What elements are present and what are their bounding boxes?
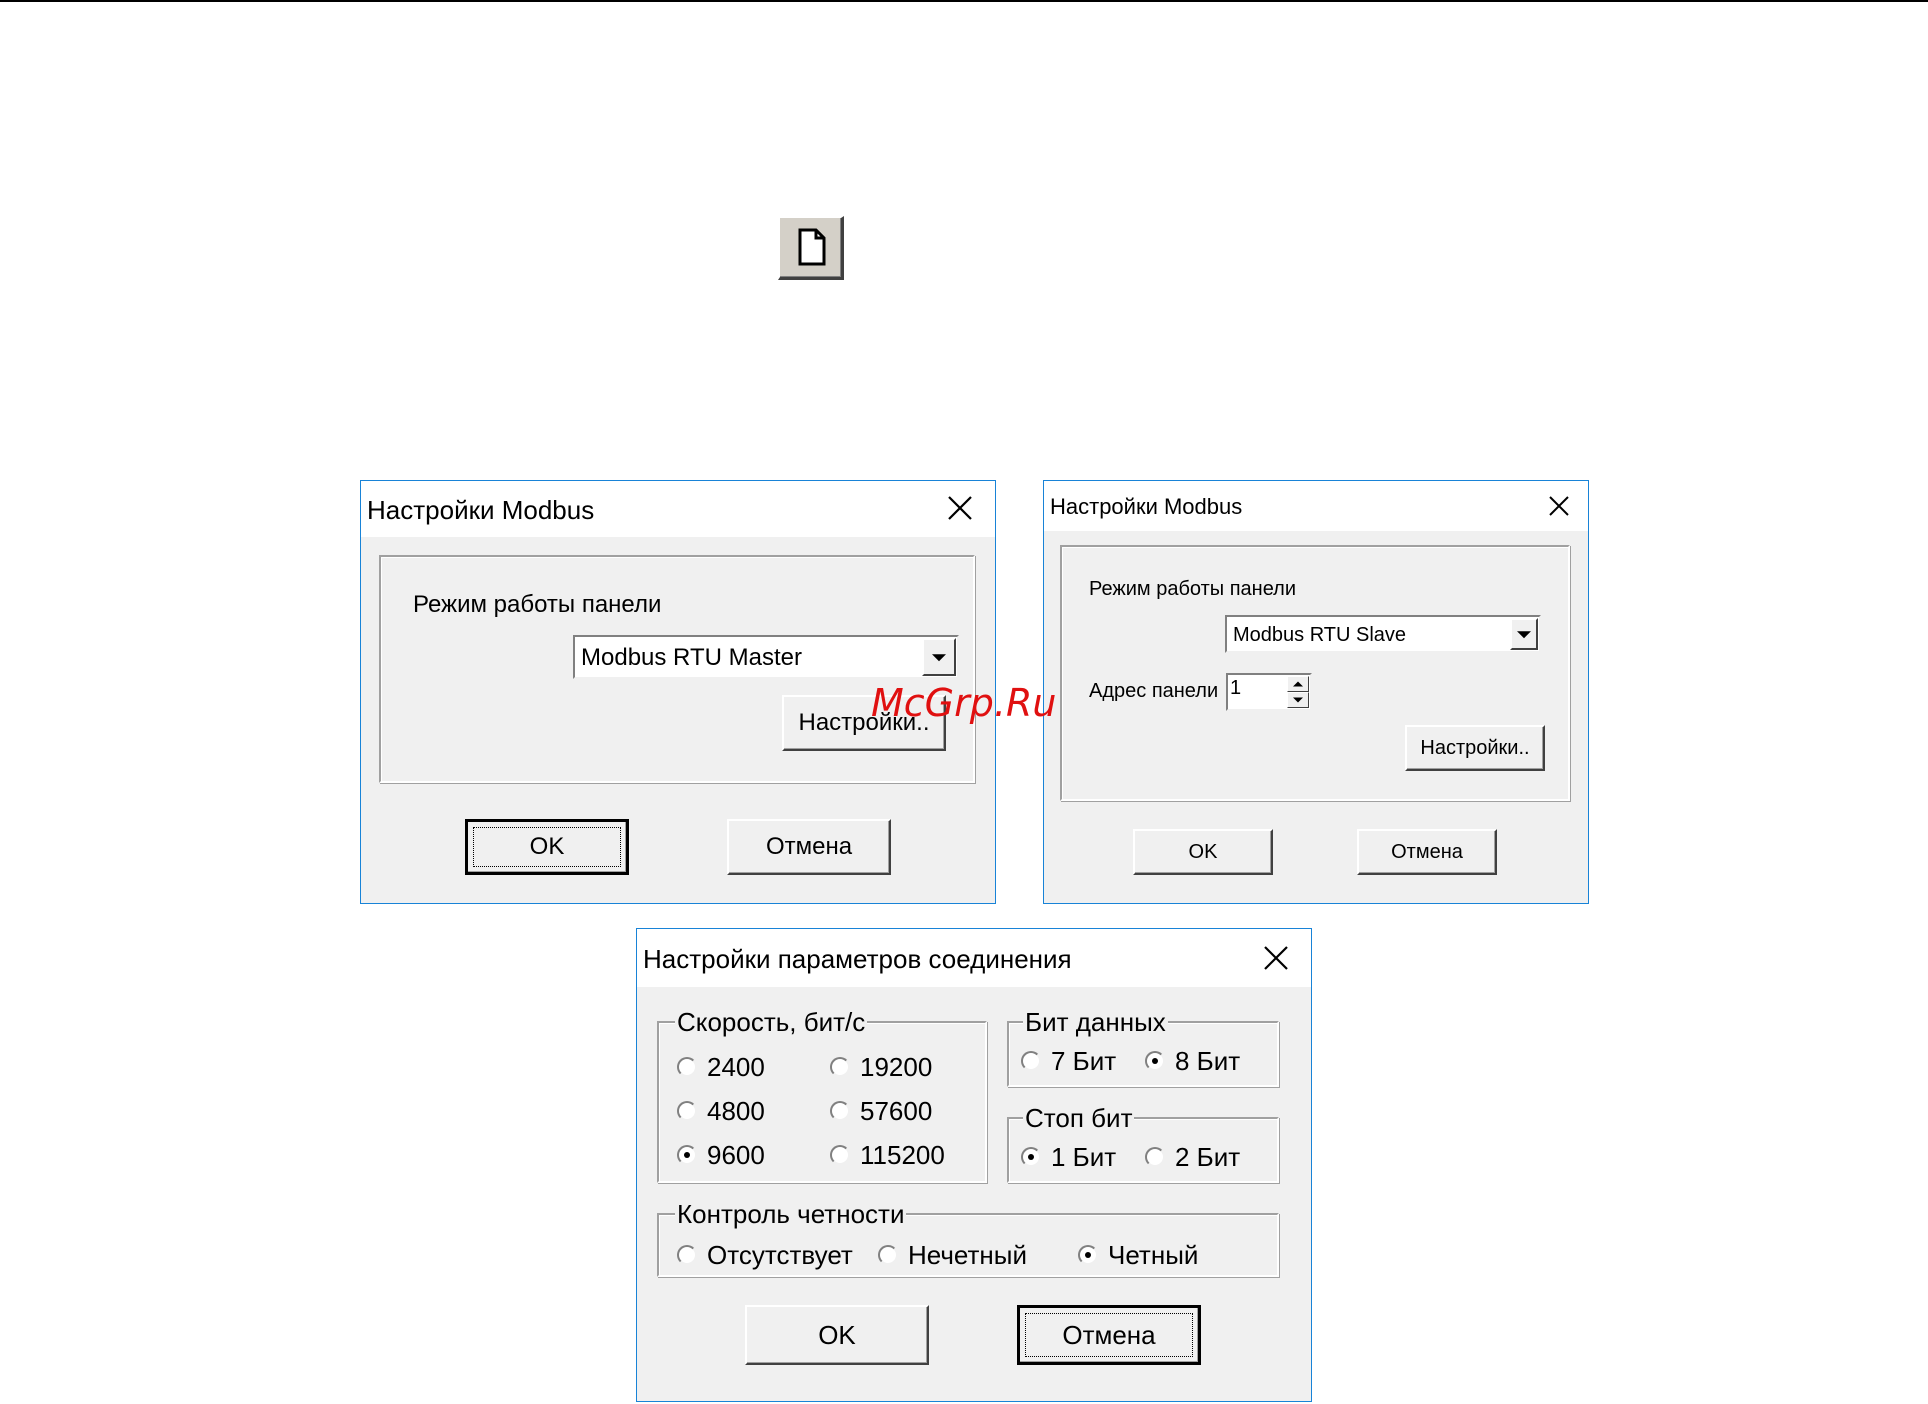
radio-circle <box>1021 1051 1041 1071</box>
mode-select-dropdown[interactable] <box>1510 618 1538 650</box>
chevron-down-icon <box>1517 631 1531 639</box>
radio-label: 8 Бит <box>1175 1046 1241 1076</box>
radio-label: 1 Бит <box>1051 1142 1117 1172</box>
new-document-icon <box>798 228 826 266</box>
mode-select[interactable]: Modbus RTU Slave <box>1225 615 1541 653</box>
radio-label: 19200 <box>860 1052 933 1082</box>
radio-label: 2400 <box>707 1052 765 1082</box>
radio-label: Четный <box>1108 1240 1199 1270</box>
dialog-title: Настройки Modbus <box>367 495 595 525</box>
radio-label: 2 Бит <box>1175 1142 1241 1172</box>
focus-rect <box>1025 1313 1193 1357</box>
settings-button[interactable]: Настройки.. <box>1405 725 1545 771</box>
address-value: 1 <box>1230 677 1242 699</box>
ok-button-label: OK <box>818 1319 856 1350</box>
cancel-button[interactable]: Отмена <box>1357 829 1497 875</box>
title-bar: Настройки Modbus <box>1044 481 1588 531</box>
radio-circle <box>677 1101 697 1121</box>
radio-circle <box>677 1245 697 1265</box>
ok-button[interactable]: OK <box>1133 829 1273 875</box>
close-icon[interactable] <box>1263 945 1289 971</box>
radio-label: 4800 <box>707 1096 765 1126</box>
radio-label: Нечетный <box>908 1240 1027 1270</box>
new-document-button[interactable] <box>778 216 844 280</box>
title-bar: Настройки Modbus <box>361 481 995 537</box>
cancel-button[interactable]: Отмена <box>727 819 891 875</box>
radio-circle <box>1145 1147 1165 1167</box>
cancel-button[interactable]: Отмена <box>1017 1305 1201 1365</box>
mode-select-value: Modbus RTU Master <box>581 644 802 671</box>
stepper-down-icon[interactable] <box>1287 692 1309 708</box>
mode-label: Режим работы панели <box>1089 578 1296 600</box>
chevron-down-icon <box>932 654 946 662</box>
radio-circle <box>830 1057 850 1077</box>
page-top-rule <box>0 0 1928 2</box>
settings-button-label: Настройки.. <box>1420 736 1530 759</box>
radio-selected-dot <box>1085 1252 1091 1258</box>
ok-button-label: OK <box>1188 840 1218 863</box>
mode-select-value: Modbus RTU Slave <box>1233 624 1407 646</box>
radio-circle <box>1078 1245 1098 1265</box>
focus-rect <box>473 827 621 867</box>
close-icon[interactable] <box>947 495 973 521</box>
watermark-text: McGrp.Ru <box>871 681 1057 725</box>
radio-label: 115200 <box>860 1140 945 1170</box>
radio-label: 7 Бит <box>1051 1046 1117 1076</box>
radio-selected-dot <box>1152 1058 1158 1064</box>
radio-circle <box>677 1057 697 1077</box>
radio-selected-dot <box>684 1152 690 1158</box>
connection-settings-dialog: Настройки параметров соединения Скорость… <box>636 928 1312 1402</box>
radio-label: 57600 <box>860 1096 933 1126</box>
radio-circle <box>878 1245 898 1265</box>
radio-label: Отсутствует <box>707 1240 853 1270</box>
ok-button[interactable]: OK <box>745 1305 929 1365</box>
mode-select-dropdown[interactable] <box>922 638 956 676</box>
radio-label: 9600 <box>707 1140 765 1170</box>
speed-group-label: Скорость, бит/с <box>675 1007 868 1037</box>
radio-circle <box>677 1145 697 1165</box>
mode-label: Режим работы панели <box>413 591 662 618</box>
address-stepper[interactable]: 1 <box>1226 673 1312 711</box>
radio-circle <box>830 1145 850 1165</box>
radio-circle <box>1021 1147 1041 1167</box>
dialog-title: Настройки Modbus <box>1050 494 1243 519</box>
ok-button[interactable]: OK <box>465 819 629 875</box>
stepper-up-icon[interactable] <box>1287 676 1309 692</box>
stop-bits-group-label: Стоп бит <box>1023 1103 1135 1133</box>
dialog-title: Настройки параметров соединения <box>643 944 1072 974</box>
radio-selected-dot <box>1028 1154 1034 1160</box>
close-icon[interactable] <box>1548 495 1570 517</box>
title-bar: Настройки параметров соединения <box>637 929 1311 987</box>
parity-group-label: Контроль четности <box>675 1199 907 1229</box>
stepper-buttons[interactable] <box>1287 676 1309 708</box>
address-label: Адрес панели <box>1089 680 1219 702</box>
radio-circle <box>830 1101 850 1121</box>
cancel-button-label: Отмена <box>1391 840 1463 863</box>
modbus-slave-dialog: Настройки Modbus Режим работы панели Mod… <box>1043 480 1589 904</box>
cancel-button-label: Отмена <box>765 833 853 860</box>
radio-circle <box>1145 1051 1165 1071</box>
data-bits-group-label: Бит данных <box>1023 1007 1168 1037</box>
mode-select[interactable]: Modbus RTU Master <box>573 635 959 679</box>
